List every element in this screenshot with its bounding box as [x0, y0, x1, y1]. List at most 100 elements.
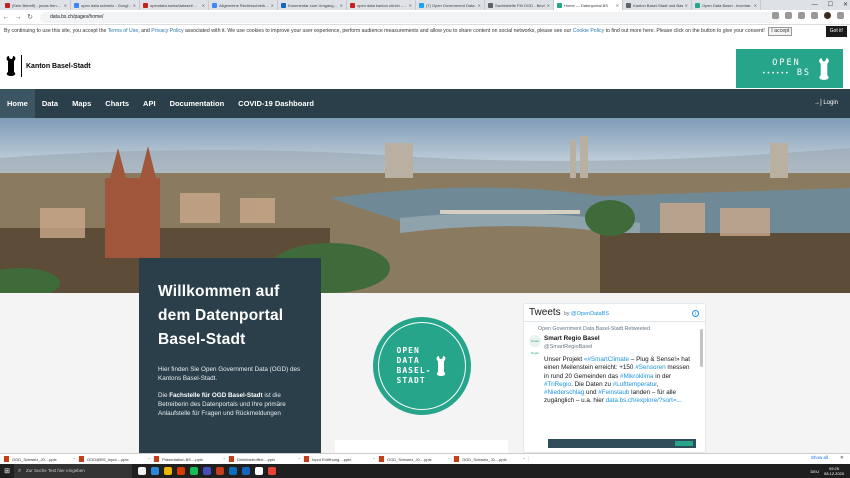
avatar[interactable]: Smart Regio [529, 335, 541, 355]
tab-close-icon[interactable]: ✕ [547, 3, 550, 8]
language-indicator[interactable]: DEU [811, 469, 819, 474]
browser-tab[interactable]: Home — Datenportal BS ✕ [554, 0, 623, 10]
browser-tab[interactable]: Sachtabelle FM OGD - Bevöl…✕ [485, 0, 554, 10]
twitter-handle-link[interactable]: @OpenDataBS [571, 311, 609, 317]
terms-link[interactable]: Terms of Use [108, 28, 139, 34]
back-icon[interactable]: ← [0, 14, 12, 21]
twitter-timeline[interactable]: Tweets by @OpenDataBS i Open Government … [523, 303, 706, 453]
forward-icon[interactable]: → [12, 14, 24, 21]
hashtag-link[interactable]: #Lufttemperatur [613, 381, 657, 388]
nav-data[interactable]: Data [35, 89, 65, 118]
taskbar-app-icon[interactable] [229, 467, 237, 475]
browser-tab[interactable]: opendata.swiss/dataset/… ✕ [140, 0, 209, 10]
hashtag-link[interactable]: #TriRegio [544, 381, 571, 388]
tab-close-icon[interactable]: ✕ [202, 3, 205, 8]
browser-tab[interactable]: Open Data Basel - Inventar… ✕ [692, 0, 761, 10]
extension-icon[interactable] [785, 12, 792, 19]
taskbar-app-icon[interactable] [216, 467, 224, 475]
download-item[interactable]: OGD_Schweiz_J0....pptx ⌃ [379, 456, 454, 462]
kanton-logo[interactable]: Kanton Basel-Stadt [5, 55, 91, 77]
cookie-policy-link[interactable]: Cookie Policy [573, 28, 604, 34]
info-icon[interactable]: i [692, 310, 699, 317]
taskbar-app-icon[interactable] [255, 467, 263, 475]
browser-tab[interactable]: Kanton Basel-Stadt und Basel…✕ [623, 0, 692, 10]
nav-maps[interactable]: Maps [65, 89, 98, 118]
download-item[interactable]: Input Eröffnung....pptx ⌃ [304, 456, 379, 462]
chevron-up-icon[interactable]: ⌃ [148, 457, 151, 462]
profile-avatar[interactable] [824, 12, 831, 19]
taskbar-app-icon[interactable] [268, 467, 276, 475]
close-downloads-icon[interactable]: ✕ [840, 455, 844, 461]
tab-close-icon[interactable]: ✕ [64, 3, 67, 8]
chevron-up-icon[interactable]: ⌃ [298, 457, 301, 462]
close-icon[interactable]: ✕ [843, 0, 848, 10]
tweet[interactable]: Smart Regio Smart Regio Basel @SmartRegi… [524, 332, 705, 409]
taskbar-app-icon[interactable] [164, 467, 172, 475]
browser-tab[interactable]: open data schweiz - Googl… ✕ [71, 0, 140, 10]
taskbar-app-icon[interactable] [177, 467, 185, 475]
reload-icon[interactable]: ↻ [24, 13, 36, 21]
nav-api[interactable]: API [136, 89, 163, 118]
windows-start-icon[interactable]: ⊞ [0, 467, 14, 475]
tab-close-icon[interactable]: ✕ [133, 3, 136, 8]
login-link[interactable]: →] Login [814, 89, 838, 118]
nav-documentation[interactable]: Documentation [163, 89, 232, 118]
hashtag-link[interactable]: #Sensoren [635, 364, 665, 371]
download-item[interactable]: Präsentation BS....pptx ⌃ [154, 456, 229, 462]
extension-icon[interactable] [811, 12, 818, 19]
hashtag-link[interactable]: #Niederschlag [544, 389, 584, 396]
chevron-up-icon[interactable]: ⌃ [523, 457, 526, 462]
download-item[interactable]: OGD@BS_Input....pptx ⌃ [79, 456, 154, 462]
taskbar-app-icon[interactable] [190, 467, 198, 475]
nav-charts[interactable]: Charts [98, 89, 136, 118]
nav-covid-dashboard[interactable]: COVID-19 Dashboard [231, 89, 321, 118]
tab-close-icon[interactable]: ✕ [616, 3, 619, 8]
extension-icon[interactable] [798, 12, 805, 19]
tab-close-icon[interactable]: ✕ [754, 3, 757, 8]
taskbar-app-icon[interactable] [138, 467, 146, 475]
browser-tab[interactable]: Kommentar zum Umgang… ✕ [278, 0, 347, 10]
tweets-scrollbar[interactable] [700, 329, 703, 367]
tab-close-icon[interactable]: ✕ [685, 3, 688, 8]
browser-tab[interactable]: (Kein Betreff) - jonas.fren… ✕ [2, 0, 71, 10]
tab-close-icon[interactable]: ✕ [409, 3, 412, 8]
chevron-up-icon[interactable]: ⌃ [448, 457, 451, 462]
fachstelle-link[interactable]: Fachstelle für OGD Basel-Stadt [169, 392, 262, 399]
got-it-button[interactable]: Got it! [825, 26, 847, 37]
minimize-icon[interactable]: — [812, 0, 818, 10]
browser-tab[interactable]: open data kanton zürich -… ✕ [347, 0, 416, 10]
download-item[interactable]: OGD_Schweiz_J0....pptx ⌃ [4, 456, 79, 462]
tweet-author[interactable]: Smart Regio Basel [544, 335, 694, 343]
chevron-up-icon[interactable]: ⌃ [73, 457, 76, 462]
tab-close-icon[interactable]: ✕ [478, 3, 481, 8]
tab-close-icon[interactable]: ✕ [271, 3, 274, 8]
hashtag-link[interactable]: #Mikroklima [620, 373, 654, 380]
taskbar-app-icon[interactable] [151, 467, 159, 475]
browser-tab[interactable]: (7) Open Government Data… ✕ [416, 0, 485, 10]
maximize-icon[interactable]: ☐ [828, 0, 833, 10]
tweet-author-handle[interactable]: @SmartRegioBasel [544, 343, 694, 351]
taskbar-app-icon[interactable] [242, 467, 250, 475]
hashtag-link[interactable]: «#SmartClimate [584, 356, 629, 363]
hashtag-link[interactable]: #Feinstaub [598, 389, 629, 396]
browser-tab[interactable]: Allgemeine Rechtsschreib… ✕ [209, 0, 278, 10]
nav-home[interactable]: Home [0, 89, 35, 118]
taskbar-search-input[interactable]: Zur Suche Text hier eingeben [14, 464, 132, 478]
url-input[interactable]: data.bs.ch/pages/home/ [40, 11, 780, 23]
browser-tab-strip: (Kein Betreff) - jonas.fren… ✕ open data s… [0, 0, 850, 10]
taskbar-app-icon[interactable] [203, 467, 211, 475]
tweet-media-card[interactable] [548, 439, 696, 448]
menu-icon[interactable] [837, 12, 844, 19]
accept-button[interactable]: I accept [768, 27, 793, 36]
privacy-link[interactable]: Privacy Policy [151, 28, 183, 34]
download-item[interactable]: Direktbetroffen....pptx ⌃ [229, 456, 304, 462]
tweet-url-link[interactable]: data.bs.ch/explore/?sort=... [606, 397, 682, 404]
download-item[interactable]: OGD_Schweiz_J0....pptx ⌃ [454, 456, 529, 462]
open-bs-logo[interactable]: OPEN •••••• BS [736, 49, 843, 88]
star-icon[interactable] [772, 12, 779, 19]
clock[interactable]: 09:25 08.12.2020 [824, 466, 844, 476]
chevron-up-icon[interactable]: ⌃ [373, 457, 376, 462]
tab-close-icon[interactable]: ✕ [340, 3, 343, 8]
show-all-downloads-link[interactable]: Show all [811, 455, 828, 460]
chevron-up-icon[interactable]: ⌃ [223, 457, 226, 462]
